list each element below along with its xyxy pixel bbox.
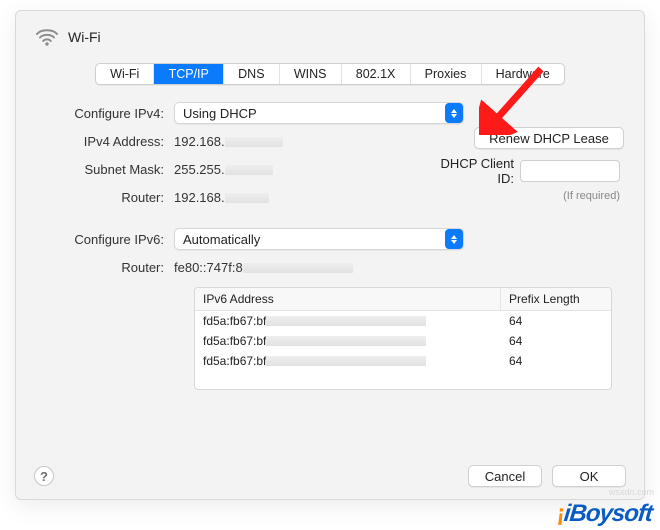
tab-wifi[interactable]: Wi-Fi [96, 64, 154, 84]
configure-ipv6-value: Automatically [183, 232, 260, 247]
sheet-title: Wi-Fi [68, 29, 101, 45]
sheet-footer: ? Cancel OK [34, 465, 626, 487]
tcpip-form: Configure IPv4: Using DHCP IPv4 Address:… [36, 99, 624, 390]
configure-ipv4-select[interactable]: Using DHCP [174, 102, 464, 124]
subnet-mask-value: 255.255. [174, 162, 273, 177]
ipv6-router-label: Router: [36, 260, 174, 275]
ipv6-router-value: fe80::747f:8 [174, 260, 353, 275]
subnet-mask-label: Subnet Mask: [36, 162, 174, 177]
tab-proxies[interactable]: Proxies [411, 64, 482, 84]
sheet-header: Wi-Fi [36, 23, 624, 51]
col-ipv6-address[interactable]: IPv6 Address [195, 288, 501, 310]
watermark-brand: ¡iBoysoft [556, 500, 654, 528]
chevron-updown-icon [445, 229, 463, 249]
ipv4-address-value: 192.168. [174, 134, 283, 149]
ok-button[interactable]: OK [552, 465, 626, 487]
configure-ipv6-select[interactable]: Automatically [174, 228, 464, 250]
ipv6-address-table: IPv6 Address Prefix Length fd5a:fb67:bf … [194, 287, 612, 390]
dhcp-column: Renew DHCP Lease DHCP Client ID: (If req… [424, 127, 624, 202]
table-row[interactable]: fd5a:fb67:bf 64 [195, 351, 611, 371]
table-row[interactable]: fd5a:fb67:bf 64 [195, 331, 611, 351]
network-tcpip-sheet: Wi-Fi Wi-Fi TCP/IP DNS WINS 802.1X Proxi… [15, 10, 645, 500]
dhcp-client-id-label: DHCP Client ID: [424, 156, 520, 186]
tab-tcpip[interactable]: TCP/IP [154, 64, 224, 84]
tab-wins[interactable]: WINS [280, 64, 342, 84]
ipv4-router-value: 192.168. [174, 190, 269, 205]
ipv4-router-label: Router: [36, 190, 174, 205]
tab-dns[interactable]: DNS [224, 64, 280, 84]
chevron-updown-icon [445, 103, 463, 123]
tab-8021x[interactable]: 802.1X [342, 64, 411, 84]
tab-bar: Wi-Fi TCP/IP DNS WINS 802.1X Proxies Har… [95, 63, 565, 85]
dhcp-client-id-input[interactable] [520, 160, 620, 182]
help-button[interactable]: ? [34, 466, 54, 486]
tab-hardware[interactable]: Hardware [482, 64, 564, 84]
renew-dhcp-lease-button[interactable]: Renew DHCP Lease [474, 127, 624, 149]
watermark-site: wsxdn.com [609, 487, 654, 497]
configure-ipv4-value: Using DHCP [183, 106, 257, 121]
wifi-icon [36, 28, 58, 46]
configure-ipv6-label: Configure IPv6: [36, 232, 174, 247]
ipv4-address-label: IPv4 Address: [36, 134, 174, 149]
configure-ipv4-label: Configure IPv4: [36, 106, 174, 121]
dhcp-client-id-hint: (If required) [424, 190, 624, 202]
table-row[interactable]: fd5a:fb67:bf 64 [195, 311, 611, 331]
cancel-button[interactable]: Cancel [468, 465, 542, 487]
col-prefix-length[interactable]: Prefix Length [501, 288, 611, 310]
